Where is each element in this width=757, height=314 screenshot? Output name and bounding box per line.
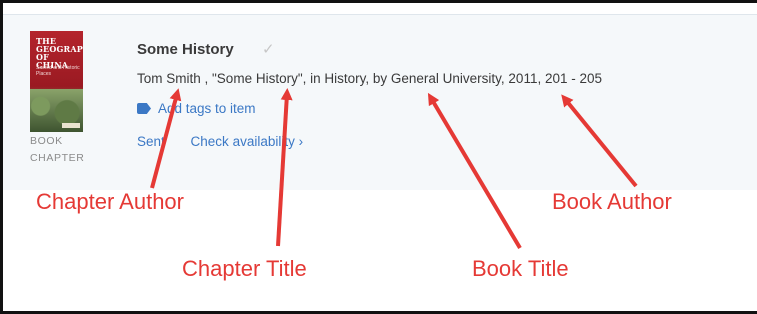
book-author-annotation: Book Author (552, 189, 672, 214)
book-author-arrow (561, 94, 638, 188)
chapter-title-annotation: Chapter Title (182, 256, 307, 281)
book-title-arrow (427, 92, 522, 250)
chapter-author-annotation: Chapter Author (36, 189, 184, 214)
chapter-title-arrow (276, 88, 293, 247)
annotation-arrows (150, 88, 638, 250)
book-title-annotation: Book Title (472, 256, 569, 281)
chapter-author-arrow (150, 88, 182, 189)
